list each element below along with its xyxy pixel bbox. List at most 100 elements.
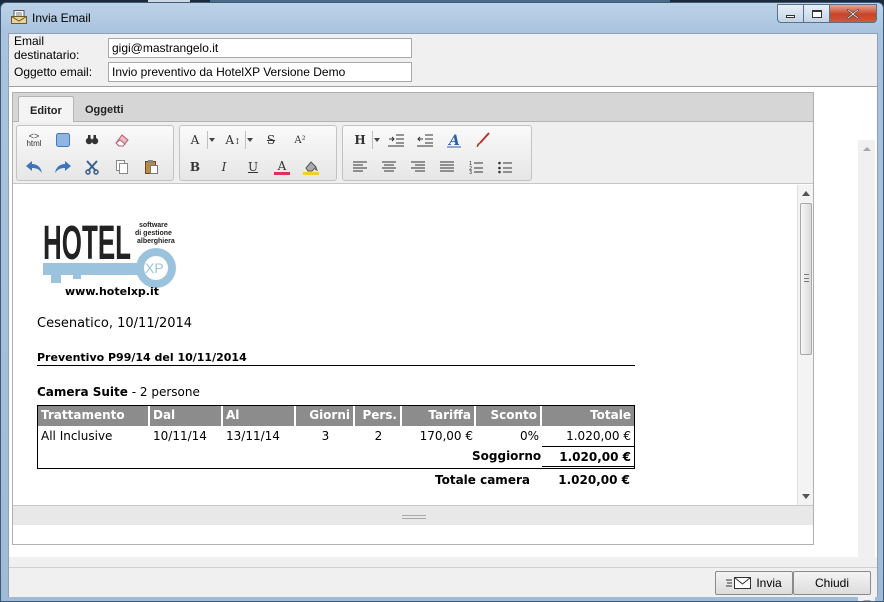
font-family-dropdown[interactable] — [207, 131, 215, 149]
indent-button[interactable] — [385, 129, 407, 151]
recipient-input[interactable]: gigi@mastrangelo.it — [108, 38, 412, 58]
col-giorni: Giorni — [296, 406, 355, 426]
col-trattamento: Trattamento — [38, 406, 150, 426]
col-al: Al — [223, 406, 296, 426]
style-button[interactable]: A — [443, 129, 465, 151]
preview-button[interactable] — [52, 129, 74, 151]
italic-button[interactable]: I — [213, 156, 235, 178]
paste-button[interactable] — [140, 156, 162, 178]
minimize-button[interactable] — [777, 4, 804, 23]
font-size-button[interactable]: A↕ — [222, 129, 244, 151]
dialog-client-area: Email destinatario: gigi@mastrangelo.it … — [8, 33, 878, 601]
panel-scroll-up-icon[interactable] — [863, 147, 871, 151]
col-dal: Dal — [150, 406, 223, 426]
style-icon: A — [447, 133, 461, 148]
recipient-row: Email destinatario: gigi@mastrangelo.it — [14, 34, 412, 62]
heading-dropdown[interactable] — [372, 131, 380, 149]
cell-trattamento: All Inclusive — [41, 429, 113, 443]
stay-total-row: Soggiorno 1.020,00 € — [38, 446, 634, 468]
eraser-button[interactable] — [111, 129, 133, 151]
table-header: Trattamento Dal Al Giorni Pers. Tariffa … — [38, 406, 634, 426]
room-name: Camera Suite — [37, 385, 128, 399]
room-total-row: Totale camera 1.020,00 € — [37, 473, 635, 493]
html-source-label: html — [26, 139, 42, 148]
logo-brand: HOTEL — [43, 217, 131, 270]
scroll-thumb[interactable] — [800, 203, 812, 355]
table-row: All Inclusive 10/11/14 13/11/14 3 2 170,… — [38, 426, 634, 446]
subject-input[interactable]: Invio preventivo da HotelXP Versione Dem… — [108, 62, 412, 82]
strikethrough-icon: S — [266, 133, 276, 147]
maximize-icon — [811, 9, 822, 18]
editor-content[interactable]: HOTEL software di gestione alberghiera X… — [13, 185, 797, 505]
scroll-up-icon[interactable] — [802, 191, 810, 196]
toolbar-group-edit: <> html — [16, 125, 174, 181]
undo-icon — [26, 161, 42, 173]
font-color-swatch — [274, 171, 290, 175]
align-center-button[interactable] — [378, 156, 400, 178]
brush-icon — [476, 132, 490, 148]
editor-tabs: Editor Oggetti — [13, 93, 813, 123]
justify-button[interactable] — [436, 156, 458, 178]
copy-icon — [116, 160, 128, 174]
unordered-list-button[interactable] — [494, 156, 516, 178]
highlight-swatch — [303, 171, 319, 175]
underline-icon: U — [247, 160, 259, 174]
cell-dal: 10/11/14 — [153, 429, 207, 443]
logo-tagline-3: alberghiera — [137, 238, 175, 245]
caption-buttons — [777, 4, 877, 24]
unordered-list-icon — [498, 161, 512, 174]
font-family-button[interactable]: A — [184, 129, 206, 151]
redo-button[interactable] — [52, 156, 74, 178]
heading-button[interactable]: H — [349, 129, 371, 151]
cell-sconto: 0% — [519, 429, 539, 443]
room-persons: - 2 persone — [127, 385, 200, 399]
brush-button[interactable] — [472, 129, 494, 151]
align-right-button[interactable] — [407, 156, 429, 178]
font-size-dropdown[interactable] — [245, 131, 253, 149]
content-scrollbar[interactable] — [797, 185, 813, 505]
close-icon — [847, 8, 859, 19]
cell-al: 13/11/14 — [226, 429, 280, 443]
find-button[interactable] — [81, 129, 103, 151]
font-family-icon: A — [190, 133, 200, 147]
send-label: Invia — [756, 576, 782, 590]
cell-totale: 1.020,00 € — [566, 429, 631, 443]
col-tariffa: Tariffa — [402, 406, 476, 426]
send-button[interactable]: Invia — [715, 571, 793, 595]
subject-row: Oggetto email: Invio preventivo da Hotel… — [14, 62, 412, 82]
cut-button[interactable] — [81, 156, 103, 178]
copy-button[interactable] — [111, 156, 133, 178]
logo-url: www.hotelxp.it — [65, 285, 160, 298]
window-title: Invia Email — [32, 11, 91, 25]
title-bar[interactable]: Invia Email — [1, 3, 883, 31]
font-size-icon: A↕ — [225, 133, 241, 147]
outdent-button[interactable] — [414, 129, 436, 151]
logo-subbrand: XP — [145, 260, 164, 276]
strikethrough-button[interactable]: S — [260, 129, 282, 151]
maximize-button[interactable] — [804, 4, 830, 23]
bold-button[interactable]: B — [184, 156, 206, 178]
underline-button[interactable]: U — [242, 156, 264, 178]
scroll-down-icon[interactable] — [802, 494, 810, 499]
tab-oggetti[interactable]: Oggetti — [74, 96, 135, 123]
ordered-list-button[interactable]: 123 — [465, 156, 487, 178]
superscript-icon: A² — [294, 134, 306, 146]
recipient-label: Email destinatario: — [14, 34, 80, 62]
undo-button[interactable] — [23, 156, 45, 178]
html-source-button[interactable]: <> html — [23, 129, 45, 151]
heading-icon: H — [354, 133, 366, 147]
panel-scrollbar[interactable] — [858, 140, 875, 601]
font-color-button[interactable]: A — [271, 156, 293, 178]
align-left-button[interactable] — [349, 156, 371, 178]
col-sconto: Sconto — [476, 406, 542, 426]
room-total-label: Totale camera — [435, 473, 530, 487]
close-window-button[interactable] — [830, 4, 877, 23]
bold-icon: B — [189, 160, 201, 174]
highlight-button[interactable] — [300, 156, 322, 178]
close-button[interactable]: Chiudi — [793, 571, 871, 595]
editor-resize-handle[interactable] — [13, 505, 813, 525]
indent-icon — [388, 134, 404, 147]
align-left-icon — [353, 161, 367, 172]
superscript-button[interactable]: A² — [289, 129, 311, 151]
tab-editor[interactable]: Editor — [18, 96, 74, 123]
